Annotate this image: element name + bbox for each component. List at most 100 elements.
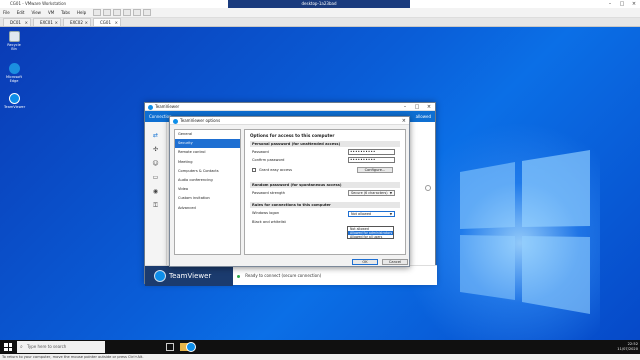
chevron-down-icon: ▼	[389, 191, 392, 195]
unity-icon[interactable]	[143, 9, 152, 16]
chat-icon[interactable]: ▭	[152, 174, 160, 181]
category-meeting[interactable]: Meeting	[175, 158, 240, 167]
category-advanced[interactable]: Advanced	[175, 204, 240, 213]
desktop-icon-recycle-bin[interactable]: Recycle Bin	[4, 31, 24, 51]
fullscreen-icon[interactable]	[133, 9, 142, 16]
options-title-bar: TeamViewer options ×	[170, 117, 409, 125]
teamviewer-title-bar: TeamViewer – □ ×	[145, 103, 435, 111]
tab-label: EXC02	[70, 20, 83, 25]
system-tray: 22:52 11/07/2020	[617, 340, 638, 354]
minimize-icon[interactable]: –	[604, 0, 616, 8]
close-tab-icon[interactable]: ×	[85, 19, 88, 26]
password-strength-value: Secure (6 characters)	[351, 191, 388, 195]
close-tab-icon[interactable]: ×	[25, 19, 28, 26]
close-icon[interactable]: ×	[628, 0, 640, 8]
vmware-status-bar: To return to your computer, move the mou…	[0, 354, 640, 360]
password-strength-label: Password strength	[252, 191, 286, 195]
search-placeholder: Type here to search	[27, 344, 67, 349]
windows-logon-label: Windows logon	[252, 211, 280, 215]
windows-start-icon[interactable]	[4, 343, 12, 351]
teamviewer-logo-icon	[148, 105, 153, 110]
connection-status: Ready to connect (secure connection)	[237, 266, 321, 286]
confirm-password-field[interactable]: ••••••••••	[348, 157, 395, 163]
close-icon[interactable]: ×	[423, 103, 435, 111]
close-tab-icon[interactable]: ×	[115, 19, 118, 26]
teamviewer-footer: TeamViewer Ready to connect (secure conn…	[145, 265, 437, 286]
remote-management-icon[interactable]: ⚿	[152, 202, 160, 209]
tab-exc02[interactable]: EXC02 ×	[63, 18, 91, 26]
clock-date[interactable]: 11/07/2020	[617, 347, 638, 352]
menu-help[interactable]: Help	[77, 10, 86, 15]
desktop-icon-label: Recycle Bin	[7, 43, 21, 51]
personal-password-section: Personal password (for unattended access…	[250, 141, 400, 147]
password-strength-select[interactable]: Secure (6 characters) ▼	[348, 190, 395, 196]
confirm-password-label: Confirm password	[252, 158, 285, 162]
password-field[interactable]: ••••••••••	[348, 149, 395, 155]
window-title: TeamViewer	[155, 104, 180, 109]
category-video[interactable]: Video	[175, 185, 240, 194]
category-audio-conferencing[interactable]: Audio conferencing	[175, 176, 240, 185]
teamviewer-logo-icon	[173, 119, 178, 124]
options-category-list: General Security Remote control Meeting …	[174, 129, 241, 255]
windows-logo-icon	[460, 150, 590, 314]
category-security[interactable]: Security	[175, 139, 240, 149]
menu-view[interactable]: View	[31, 10, 41, 15]
category-computers-contacts[interactable]: Computers & Contacts	[175, 167, 240, 176]
teamviewer-sidebar: ⇄ ✣ ☺ ▭ ◉ ⚿	[145, 122, 167, 265]
category-remote-control[interactable]: Remote control	[175, 148, 240, 157]
close-tab-icon[interactable]: ×	[55, 19, 58, 26]
windows-taskbar: ⌕ Type here to search 22:52 11/07/2020	[0, 340, 640, 354]
close-icon[interactable]: ×	[402, 117, 406, 125]
ok-button[interactable]: OK	[352, 259, 378, 265]
teamviewer-taskbar-icon[interactable]	[186, 342, 196, 352]
tab-label: CG01	[100, 20, 111, 25]
tab-exc01[interactable]: EXC01 ×	[33, 18, 61, 26]
tab-dc01[interactable]: DC01 ×	[3, 18, 31, 26]
category-general[interactable]: General	[175, 130, 240, 139]
task-view-icon[interactable]	[166, 343, 174, 351]
augmented-reality-icon[interactable]: ◉	[152, 188, 160, 195]
revert-icon[interactable]	[113, 9, 122, 16]
menu-vm[interactable]: VM	[48, 10, 54, 15]
windows-logon-dropdown: Not allowed Allowed for administrators o…	[347, 226, 394, 239]
panel-heading: Options for access to this computer	[250, 133, 335, 138]
dropdown-option[interactable]: Allowed for all users	[348, 235, 393, 239]
menu-edit[interactable]: Edit	[17, 10, 25, 15]
manage-snapshots-icon[interactable]	[123, 9, 132, 16]
tab-label: EXC01	[40, 20, 53, 25]
grant-easy-access-label: Grant easy access	[259, 168, 292, 172]
desktop-icon-teamviewer[interactable]: TeamViewer	[4, 93, 26, 109]
maximize-icon[interactable]: □	[616, 0, 628, 8]
grant-easy-access-checkbox[interactable]	[252, 168, 256, 172]
desktop-icon-label: TeamViewer	[4, 105, 26, 109]
minimize-icon[interactable]: –	[399, 103, 411, 111]
power-icon[interactable]	[93, 9, 102, 16]
access-status-label: allowed	[415, 114, 431, 119]
maximize-icon[interactable]: □	[411, 103, 423, 111]
taskbar-search-box[interactable]: ⌕ Type here to search	[17, 341, 105, 353]
menu-tabs[interactable]: Tabs	[61, 10, 70, 15]
desktop-icon-edge[interactable]: Microsoft Edge	[4, 63, 24, 83]
chevron-down-icon: ▼	[389, 212, 392, 216]
menu-file[interactable]: File	[3, 10, 10, 15]
password-label: Password	[252, 150, 269, 154]
windows-logon-value: Not allowed	[351, 212, 372, 216]
vmware-title: CG01 - VMware Workstation	[10, 1, 67, 6]
vmware-status-text: To return to your computer, move the mou…	[2, 355, 144, 359]
windows-logon-select[interactable]: Not allowed ▼	[348, 211, 395, 217]
tab-cg01[interactable]: CG01 ×	[93, 18, 121, 26]
meeting-icon[interactable]: ✣	[152, 146, 160, 153]
snapshot-icon[interactable]	[103, 9, 112, 16]
remote-connection-bar: desktop-1a23bad	[228, 0, 410, 8]
category-custom-invitation[interactable]: Custom invitation	[175, 194, 240, 203]
remote-control-icon[interactable]: ⇄	[152, 132, 160, 139]
teamviewer-icon	[8, 93, 20, 104]
edge-icon	[8, 63, 20, 74]
configure-button[interactable]: Configure...	[357, 167, 393, 173]
vmware-menu-bar: File Edit View VM Tabs Help	[0, 8, 640, 18]
dialog-title: TeamViewer options	[180, 118, 221, 123]
scroll-down-icon[interactable]	[425, 185, 431, 191]
brand-name: TeamViewer	[169, 272, 212, 280]
cancel-button[interactable]: Cancel	[382, 259, 408, 265]
contacts-icon[interactable]: ☺	[152, 160, 160, 167]
